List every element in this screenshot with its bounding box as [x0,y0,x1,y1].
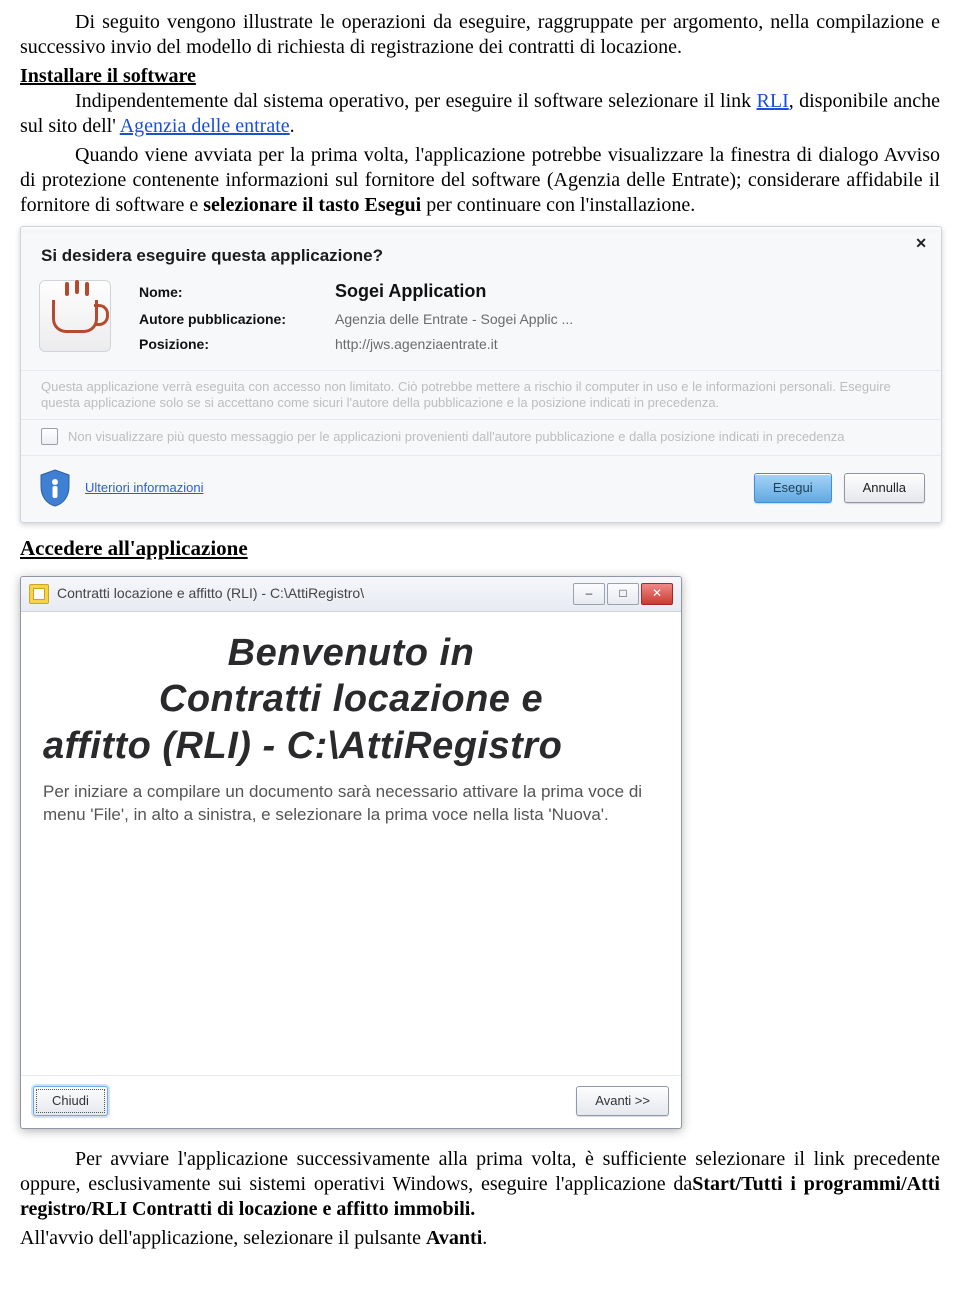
welcome-heading-line3: affitto (RLI) - C:\AttiRegistro [43,725,659,768]
close-icon[interactable]: ✕ [915,235,927,253]
welcome-heading-line1: Benvenuto in [43,632,659,675]
checkbox-icon[interactable] [41,428,58,445]
text: . [290,115,295,137]
wizard-description: Per iniziare a compilare un documento sa… [43,781,659,827]
titlebar: Contratti locazione e affitto (RLI) - C:… [21,577,681,612]
section-access-app: Accedere all'applicazione [20,535,940,561]
text: All'avvio dell'applicazione, selezionare… [20,1227,426,1249]
dont-show-again-row[interactable]: Non visualizzare più questo messaggio pe… [21,419,941,455]
outro-p1: Per avviare l'applicazione successivamen… [20,1147,940,1222]
value-publisher: Agenzia delle Entrate - Sogei Applic ... [335,311,573,329]
close-wizard-button[interactable]: Chiudi [33,1086,108,1116]
label-name: Nome: [139,284,319,302]
java-security-dialog: ✕ Si desidera eseguire questa applicazio… [20,226,942,523]
document-icon [29,584,49,604]
risk-warning-text: Questa applicazione verrà eseguita con a… [21,370,941,420]
intro-p1: Di seguito vengono illustrate le operazi… [20,10,940,60]
link-rli[interactable]: RLI [757,90,789,112]
label-position: Posizione: [139,336,319,354]
intro-p3: Quando viene avviata per la prima volta,… [20,143,940,218]
run-button[interactable]: Esegui [754,473,832,503]
shield-info-icon [37,468,73,508]
text: per continuare con l'installazione. [421,194,695,216]
cancel-button[interactable]: Annulla [844,473,925,503]
document-page: Di seguito vengono illustrate le operazi… [0,0,960,1285]
minimize-button[interactable]: – [573,583,605,605]
java-icon [39,280,111,352]
checkbox-label: Non visualizzare più questo messaggio pe… [68,429,844,445]
rli-wizard-window: Contratti locazione e affitto (RLI) - C:… [20,576,682,1130]
next-button[interactable]: Avanti >> [576,1086,669,1116]
outro-p2: All'avvio dell'applicazione, selezionare… [20,1226,940,1251]
value-position: http://jws.agenziaentrate.it [335,336,498,354]
label-publisher: Autore pubblicazione: [139,311,319,329]
text-bold: Avanti [426,1227,482,1249]
link-agenzia-entrate[interactable]: Agenzia delle entrate [120,115,290,137]
text: . [482,1227,487,1249]
close-button[interactable]: ✕ [641,583,673,605]
dialog-question: Si desidera eseguire questa applicazione… [21,227,941,274]
more-info-link[interactable]: Ulteriori informazioni [85,480,203,496]
text-bold: selezionare il tasto Esegui [203,194,421,216]
window-title: Contratti locazione e affitto (RLI) - C:… [57,585,364,603]
intro-p2: Indipendentemente dal sistema operativo,… [20,89,940,139]
text: Indipendentemente dal sistema operativo,… [75,90,757,112]
maximize-button[interactable]: □ [607,583,639,605]
welcome-heading-line2: Contratti locazione e [43,678,659,721]
section-install-software: Installare il software [20,64,940,89]
value-name: Sogei Application [335,280,486,303]
